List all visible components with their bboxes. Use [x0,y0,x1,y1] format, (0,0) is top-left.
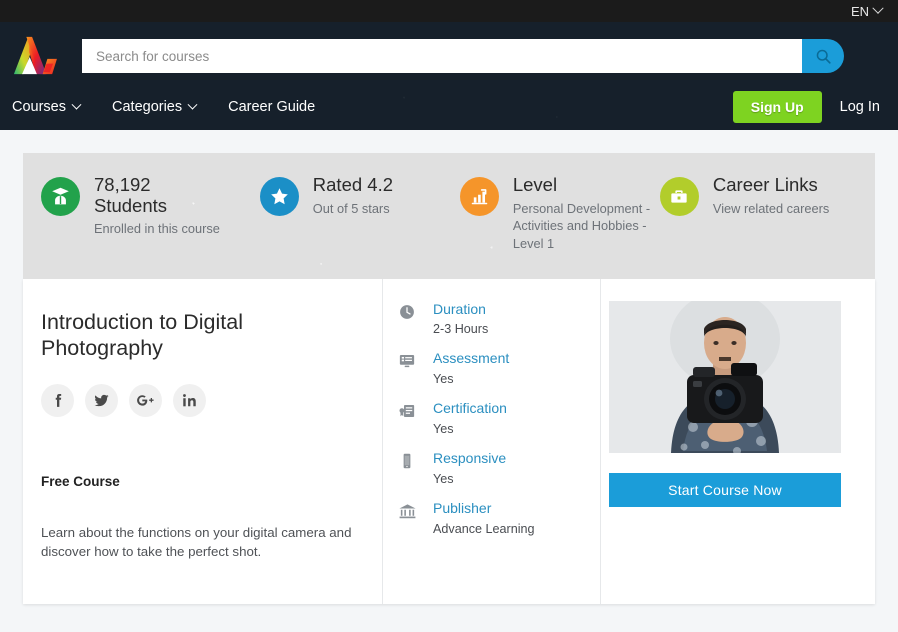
nav-item-career-guide[interactable]: Career Guide [228,99,315,115]
search-input[interactable] [82,39,802,73]
stat-students: 78,192 Students Enrolled in this course [41,174,260,253]
stat-career-links-text: Career Links View related careers [712,174,830,217]
stat-students-label: Students [94,194,168,216]
course-thumbnail-image [609,300,841,453]
stat-career-links-sub: View related careers [712,200,830,216]
site-header: Courses Categories Career Guide Sign Up … [0,22,898,130]
search-bar [82,39,844,73]
assessment-icon [397,350,417,372]
search-button[interactable] [802,39,844,73]
chevron-down-icon [71,99,82,110]
course-summary-column: Introduction to Digital Photography Free… [23,278,383,604]
graduate-student-icon [41,177,80,216]
course-meta-column: Duration 2-3 Hours Assessment Yes Certif… [383,278,601,604]
nav-item-courses[interactable]: Courses [12,99,82,115]
course-detail-card: Introduction to Digital Photography Free… [23,278,875,604]
meta-responsive-text: Responsive Yes [433,450,506,486]
social-share-row [41,384,358,417]
meta-publisher-text: Publisher Advance Learning [433,500,535,536]
meta-responsive-value: Yes [433,471,454,486]
stat-rating-value: Rated 4.2 [312,174,394,195]
start-course-button[interactable]: Start Course Now [609,472,841,507]
meta-assessment-text: Assessment Yes [433,350,509,386]
meta-certification-value: Yes [433,422,454,437]
meta-duration-label[interactable]: Duration [433,301,488,318]
stat-rating-sub: Out of 5 stars [312,200,390,216]
chevron-down-icon [187,99,198,110]
meta-duration-value: 2-3 Hours [433,322,489,337]
twitter-icon[interactable] [85,384,118,417]
bank-icon [397,500,417,522]
nav-label-categories: Categories [112,99,183,115]
nav-label-courses: Courses [12,99,66,115]
course-stats-bar: 78,192 Students Enrolled in this course … [23,153,875,279]
course-promo-column: Start Course Now [601,279,875,604]
facebook-icon[interactable] [41,384,74,417]
stat-students-text: 78,192 Students Enrolled in this course [94,174,220,238]
meta-publisher-label[interactable]: Publisher [433,500,535,517]
main-navigation: Courses Categories Career Guide Sign Up … [0,84,898,130]
stat-students-sub: Enrolled in this course [94,221,220,237]
page-title: Introduction to Digital Photography [41,309,243,361]
stat-level: Level Personal Development - Activities … [459,174,660,253]
certificate-icon [397,400,417,422]
meta-responsive: Responsive Yes [397,450,590,486]
language-selector[interactable]: EN [850,2,884,19]
meta-assessment-label[interactable]: Assessment [433,350,509,367]
google-plus-icon[interactable] [129,384,162,417]
mobile-icon [397,450,417,472]
stat-level-label: Level [512,174,558,195]
meta-duration: Duration 2-3 Hours [397,301,590,337]
top-utility-bar: EN [0,0,898,22]
stat-level-sub: Personal Development - Activities and Ho… [512,200,651,252]
stat-career-links[interactable]: Career Links View related careers [659,174,857,253]
meta-publisher-value: Advance Learning [433,521,535,536]
linkedin-icon[interactable] [173,384,206,417]
brand-logo-icon[interactable] [10,34,58,78]
stat-rating: Rated 4.2 Out of 5 stars [259,174,460,253]
nav-label-career-guide: Career Guide [228,99,316,115]
meta-assessment: Assessment Yes [397,350,590,386]
star-icon [259,177,299,216]
stat-level-text: Level Personal Development - Activities … [512,174,660,253]
course-description: Learn about the functions on your digita… [41,525,352,560]
stat-students-value: 78,192 [94,174,151,195]
stat-rating-text: Rated 4.2 Out of 5 stars [312,174,394,217]
clock-icon [397,301,417,323]
meta-certification-label[interactable]: Certification [433,400,507,417]
briefcase-icon [659,177,699,216]
nav-item-categories[interactable]: Categories [112,99,198,115]
header-auth-actions: Sign Up Log In [732,91,884,123]
stat-career-links-label: Career Links [712,174,818,195]
header-search-row [0,22,898,78]
price-label: Free Course [41,474,120,489]
chevron-down-icon [872,2,884,14]
sign-up-button[interactable]: Sign Up [732,91,822,123]
search-icon [816,49,831,64]
meta-responsive-label[interactable]: Responsive [433,450,506,467]
bar-chart-icon [459,177,499,216]
meta-publisher: Publisher Advance Learning [397,500,590,536]
page-content: 78,192 Students Enrolled in this course … [0,130,898,604]
meta-certification: Certification Yes [397,400,590,436]
meta-certification-text: Certification Yes [433,400,507,436]
language-label: EN [850,3,869,19]
log-in-link[interactable]: Log In [840,99,880,115]
meta-assessment-value: Yes [433,372,454,387]
meta-duration-text: Duration 2-3 Hours [433,301,488,337]
